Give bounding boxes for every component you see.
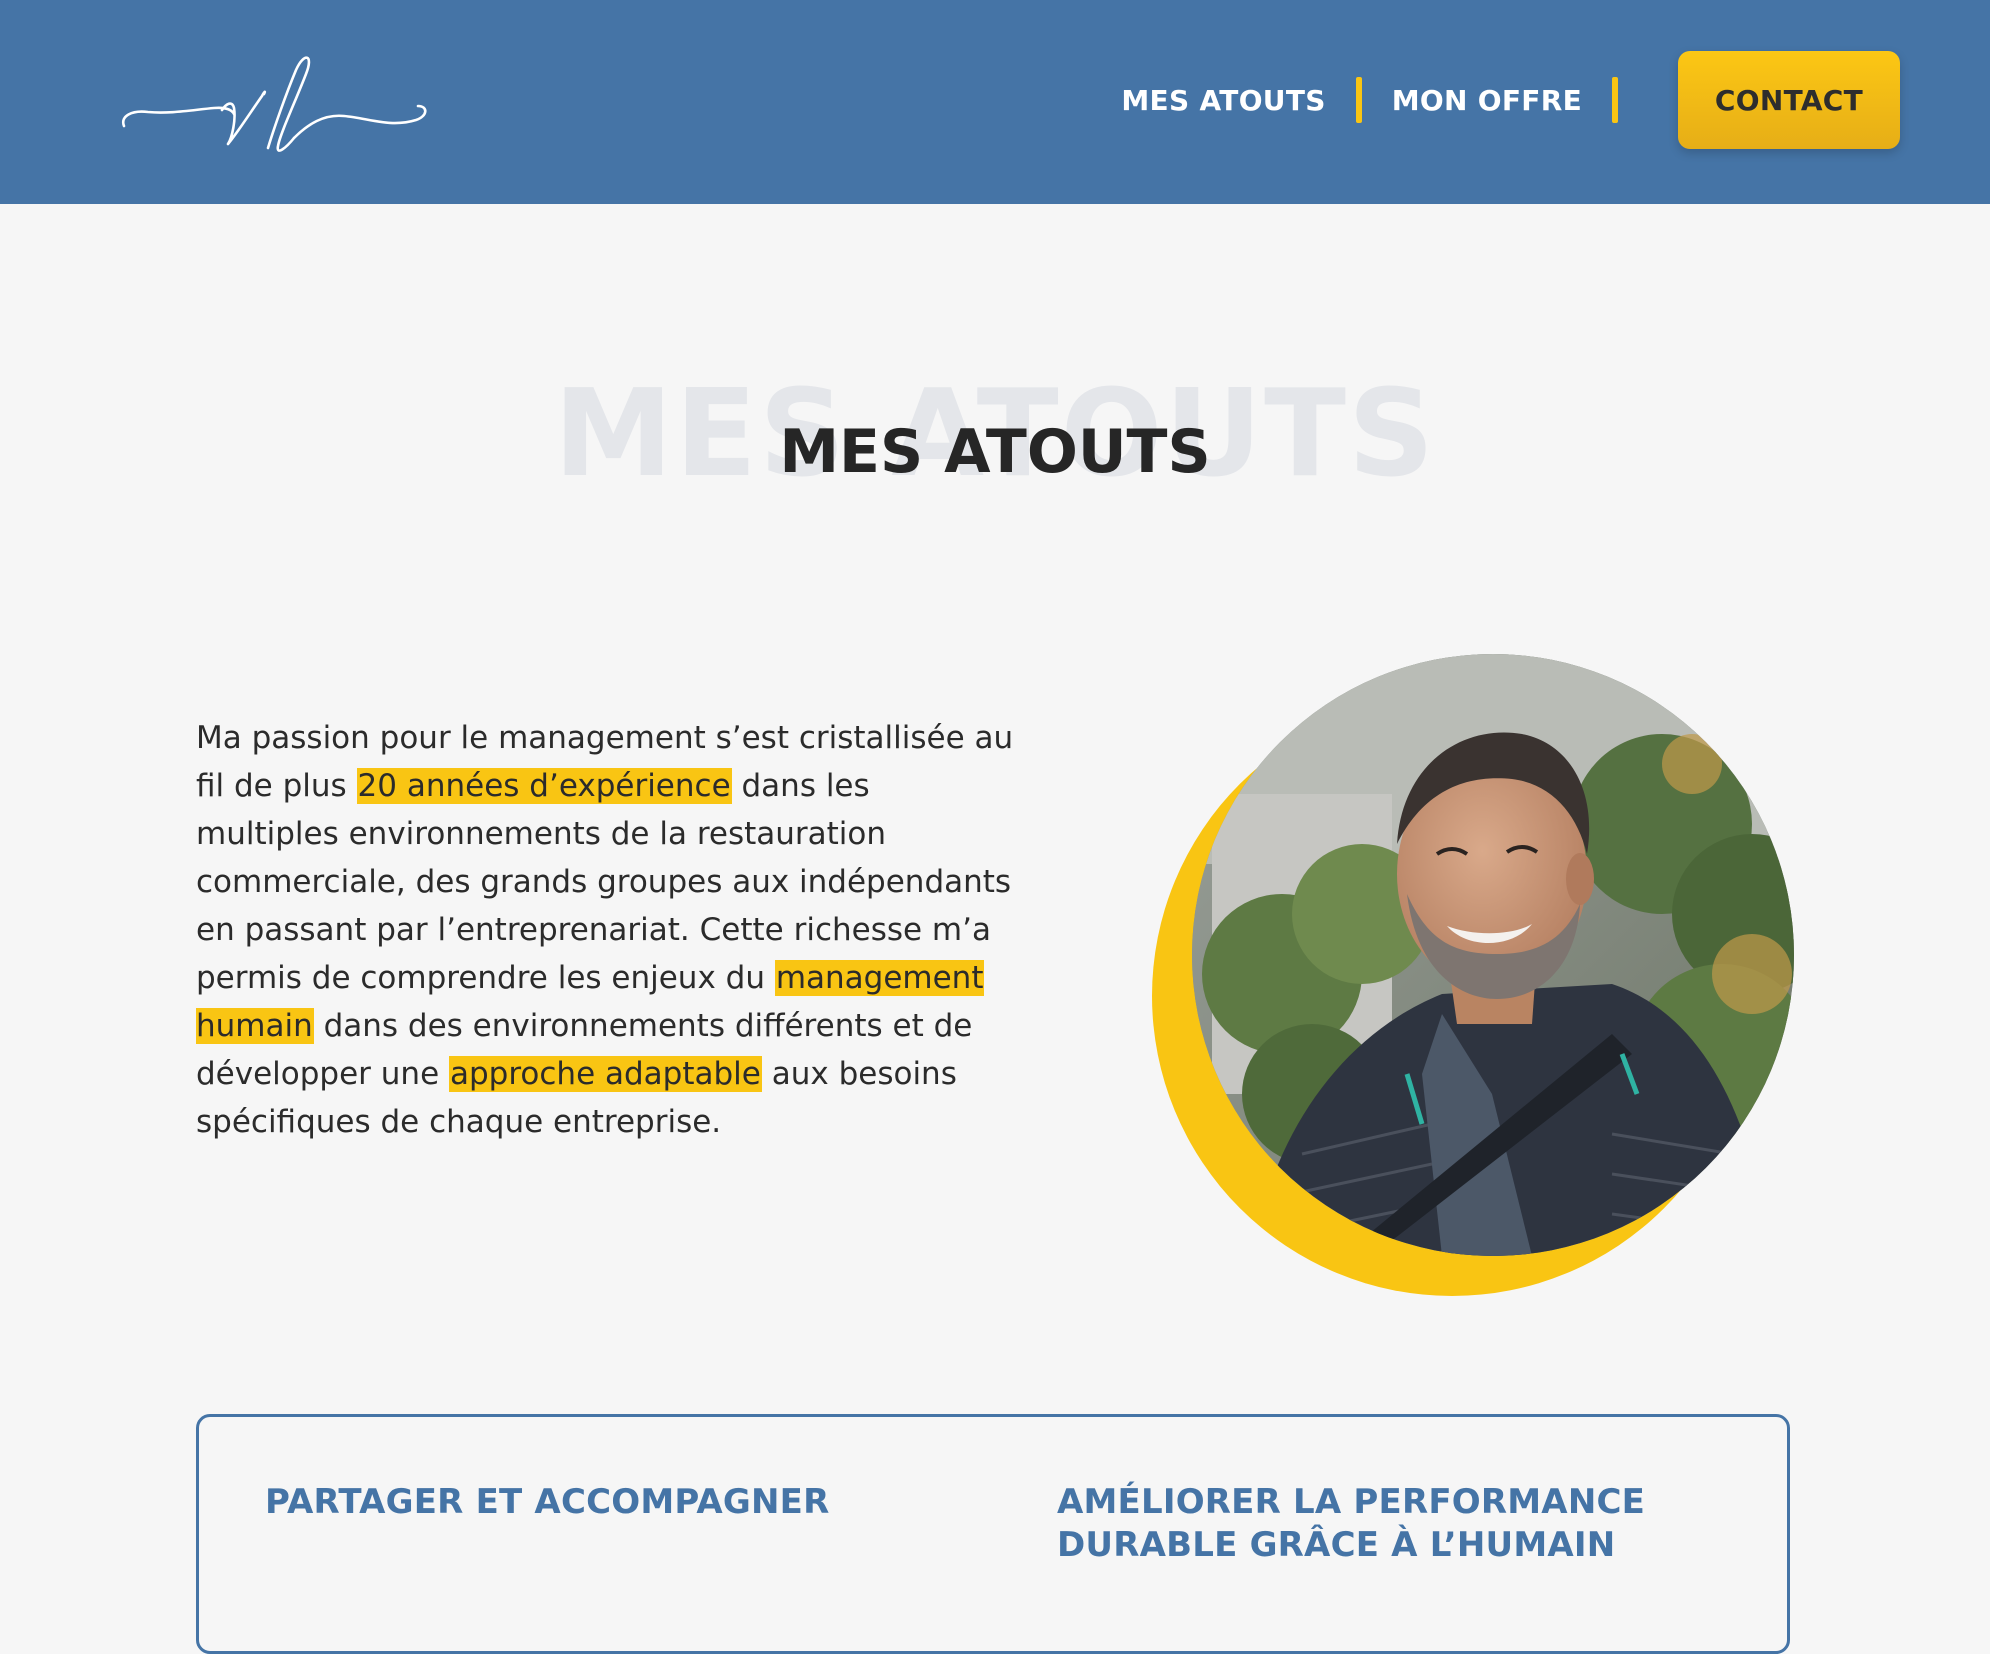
contact-button[interactable]: CONTACT (1678, 51, 1900, 149)
highlight-approach: approche adaptable (449, 1056, 762, 1092)
highlight-experience: 20 années d’expérience (356, 768, 732, 804)
main-nav: MES ATOUTS MON OFFRE CONTACT (1121, 50, 1900, 150)
nav-link-mes-atouts[interactable]: MES ATOUTS (1121, 84, 1325, 117)
logo[interactable] (118, 48, 430, 156)
site-header: MES ATOUTS MON OFFRE CONTACT (0, 0, 1990, 204)
section-title: MES ATOUTS (779, 417, 1211, 487)
card-heading-performance: AMÉLIORER LA PERFORMANCE DURABLE GRÂCE À… (1057, 1482, 1646, 1565)
portrait-block (1152, 654, 1794, 1296)
card-heading-share: PARTAGER ET ACCOMPAGNER (265, 1482, 830, 1522)
section-title-block: MES ATOUTS MES ATOUTS (0, 360, 1990, 520)
values-card: PARTAGER ET ACCOMPAGNER AMÉLIORER LA PER… (196, 1414, 1790, 1654)
intro-paragraph: Ma passion pour le management s’est cris… (196, 714, 1016, 1146)
portrait-illustration (1192, 654, 1794, 1256)
logo-signature-icon (121, 56, 427, 152)
portrait-photo (1192, 654, 1794, 1256)
nav-separator (1355, 77, 1362, 123)
nav-separator (1612, 77, 1618, 123)
nav-link-mon-offre[interactable]: MON OFFRE (1392, 84, 1582, 117)
